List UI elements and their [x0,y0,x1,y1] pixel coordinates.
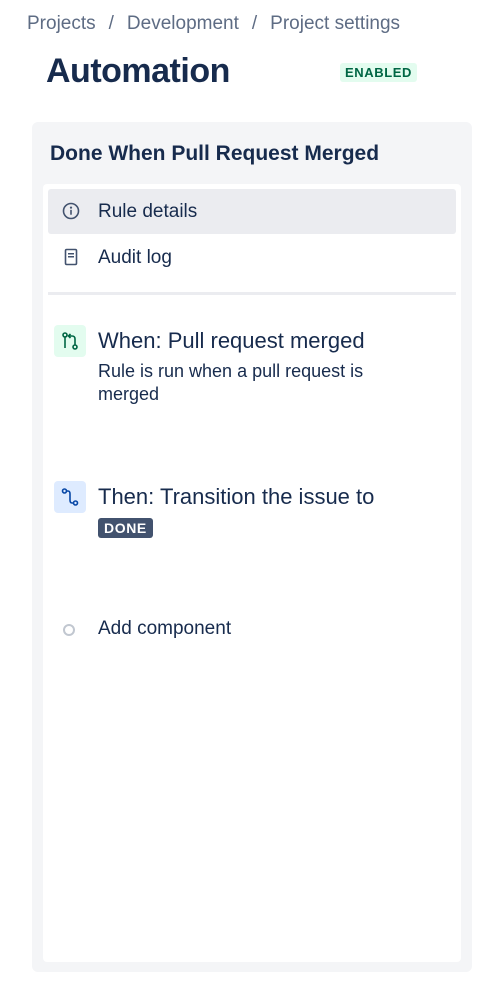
breadcrumb-projects[interactable]: Projects [27,13,96,35]
page-title: Automation [46,52,230,90]
circle-icon [63,624,75,636]
breadcrumb-project-settings[interactable]: Project settings [270,13,400,35]
breadcrumb: Projects / Development / Project setting… [27,13,400,35]
nav-item-rule-details[interactable]: Rule details [48,189,456,234]
divider [48,292,456,295]
nav-item-label: Audit log [98,246,172,268]
action-title: Then: Transition the issue to [98,484,375,509]
trigger-description: Rule is run when a pull request is merge… [98,361,364,404]
trigger-title: When: Pull request merged [98,328,365,353]
breadcrumb-development[interactable]: Development [127,13,239,35]
info-icon [62,202,80,220]
breadcrumb-separator: / [251,13,258,34]
nav-item-audit-log[interactable]: Audit log [48,235,456,280]
add-component-button[interactable]: Add component [43,616,461,646]
breadcrumb-separator: / [108,13,114,34]
action-step[interactable]: Then: Transition the issue to DONE [43,478,461,548]
pull-request-icon [54,325,86,357]
document-icon [62,248,80,266]
status-lozenge: DONE [98,518,153,538]
transition-icon [54,481,86,513]
trigger-step[interactable]: When: Pull request merged Rule is run wh… [43,322,461,412]
nav-item-label: Rule details [98,200,198,222]
rule-title: Done When Pull Request Merged [50,142,380,165]
rule-panel: Done When Pull Request Merged Rule detai… [32,122,472,972]
status-badge: ENABLED [340,63,418,82]
rule-content: Rule details Audit log When: Pull reques… [43,184,461,962]
add-component-label: Add component [98,618,232,639]
